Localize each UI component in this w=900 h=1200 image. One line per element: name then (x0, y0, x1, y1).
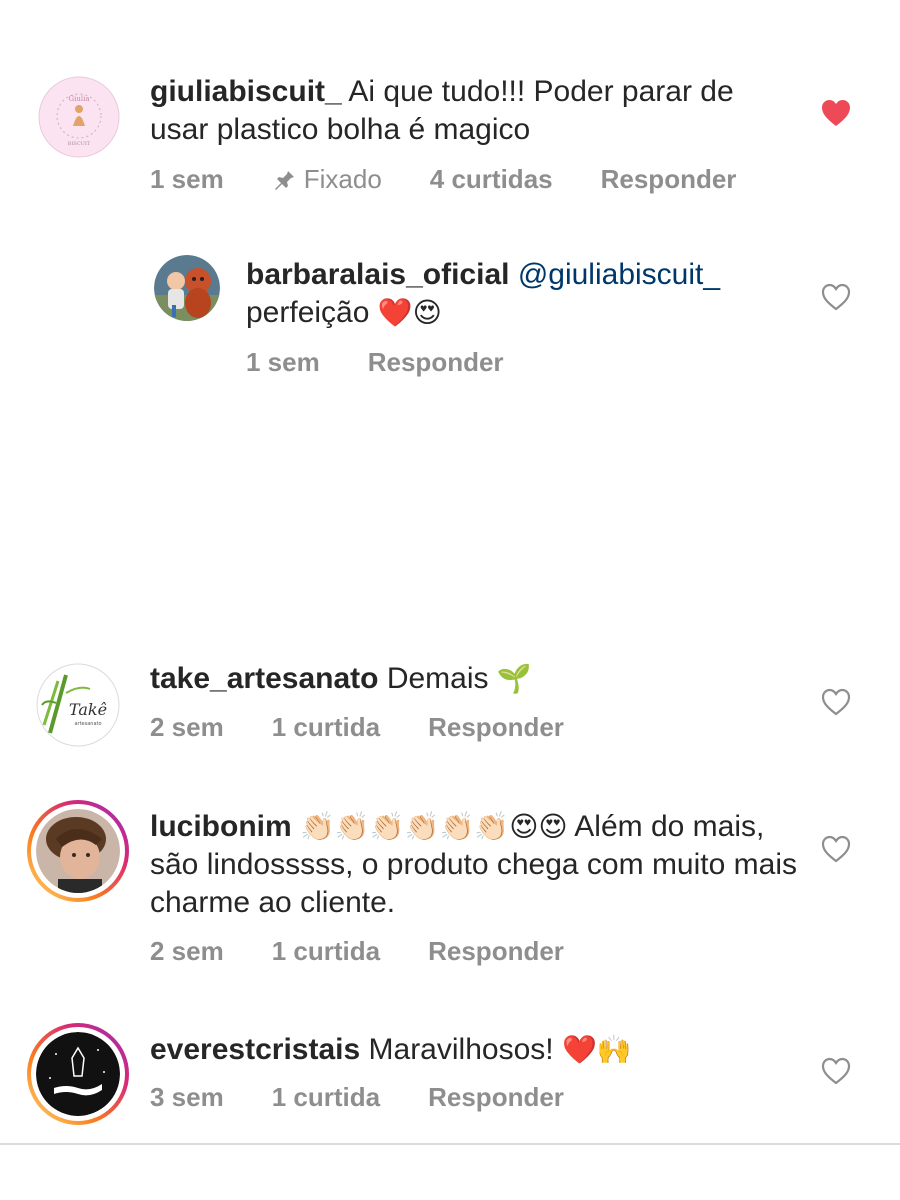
reply-button[interactable]: Responder (601, 164, 737, 195)
timestamp[interactable]: 1 sem (150, 164, 224, 195)
avatar-ring-gap (31, 1027, 125, 1121)
avatar[interactable]: Giulia BISCUIT (38, 76, 120, 158)
comment-text: Maravilhosos! (368, 1033, 554, 1066)
comment-emojis: ❤️😍 (377, 296, 442, 329)
likes-count[interactable]: 1 curtida (272, 936, 380, 967)
svg-text:BISCUIT: BISCUIT (68, 141, 91, 147)
comment-body: barbaralais_oficial @giuliabiscuit_ perf… (246, 256, 806, 332)
reply-button[interactable]: Responder (428, 1082, 564, 1113)
heart-filled-icon[interactable] (821, 99, 851, 127)
likes-count[interactable]: 4 curtidas (430, 164, 553, 195)
crystal-hand-logo-icon (36, 1032, 120, 1116)
mention-link[interactable]: @giuliabiscuit_ (518, 258, 720, 291)
avatar-story-ring[interactable] (27, 1023, 129, 1125)
reply-button[interactable]: Responder (368, 347, 504, 378)
username[interactable]: take_artesanato (150, 662, 378, 695)
pinned-indicator: Fixado (272, 164, 382, 195)
bottom-divider (0, 1143, 900, 1145)
comment-body: lucibonim 👏🏻👏🏻👏🏻👏🏻👏🏻👏🏻😍😍 Além do mais, s… (150, 808, 800, 922)
svg-text:Takê: Takê (69, 700, 107, 719)
likes-count[interactable]: 1 curtida (272, 1082, 380, 1113)
comment-body: take_artesanato Demais 🌱 (150, 660, 790, 698)
timestamp[interactable]: 3 sem (150, 1082, 224, 1113)
comment-text: Demais (386, 662, 489, 695)
heart-outline-icon[interactable] (821, 688, 851, 716)
comment-meta: 1 sem Fixado 4 curtidas Responder (150, 162, 784, 196)
comment-meta: 1 sem Responder (246, 345, 552, 379)
avatar-story-ring[interactable] (27, 800, 129, 902)
username[interactable]: giuliabiscuit_ (150, 75, 342, 108)
comment-text: perfeição (246, 296, 370, 329)
comment-emojis: ❤️🙌 (561, 1033, 632, 1066)
comment-emojis: 👏🏻👏🏻👏🏻👏🏻👏🏻👏🏻😍😍 (300, 810, 568, 843)
profile-photo-icon (36, 809, 120, 893)
timestamp[interactable]: 2 sem (150, 712, 224, 743)
take-bamboo-logo-icon: Takê artesanato (36, 663, 120, 747)
avatar[interactable] (154, 255, 220, 321)
comment-body: giuliabiscuit_ Ai que tudo!!! Poder para… (150, 73, 790, 149)
svg-text:artesanato: artesanato (74, 721, 101, 727)
comment-body: everestcristais Maravilhosos! ❤️🙌 (150, 1031, 790, 1069)
username[interactable]: barbaralais_oficial (246, 258, 509, 291)
pin-icon (274, 169, 294, 190)
reply-button[interactable]: Responder (428, 936, 564, 967)
reply-button[interactable]: Responder (428, 712, 564, 743)
svg-text:Giulia: Giulia (69, 95, 90, 103)
heart-outline-icon[interactable] (821, 835, 851, 863)
username[interactable]: lucibonim (150, 810, 292, 843)
pinned-label: Fixado (303, 163, 382, 194)
giulia-biscuit-logo-icon: Giulia BISCUIT (38, 76, 120, 158)
red-panda-mascot-photo-icon (154, 255, 220, 321)
comment-meta: 2 sem 1 curtida Responder (150, 934, 612, 968)
comment-meta: 3 sem 1 curtida Responder (150, 1080, 612, 1114)
heart-outline-icon[interactable] (821, 283, 851, 311)
heart-outline-icon[interactable] (821, 1057, 851, 1085)
timestamp[interactable]: 2 sem (150, 936, 224, 967)
avatar[interactable]: Takê artesanato (36, 663, 120, 747)
comment-emojis: 🌱 (496, 662, 532, 695)
avatar-ring-gap (31, 804, 125, 898)
timestamp[interactable]: 1 sem (246, 347, 320, 378)
username[interactable]: everestcristais (150, 1033, 360, 1066)
comment-meta: 2 sem 1 curtida Responder (150, 710, 612, 744)
likes-count[interactable]: 1 curtida (272, 712, 380, 743)
